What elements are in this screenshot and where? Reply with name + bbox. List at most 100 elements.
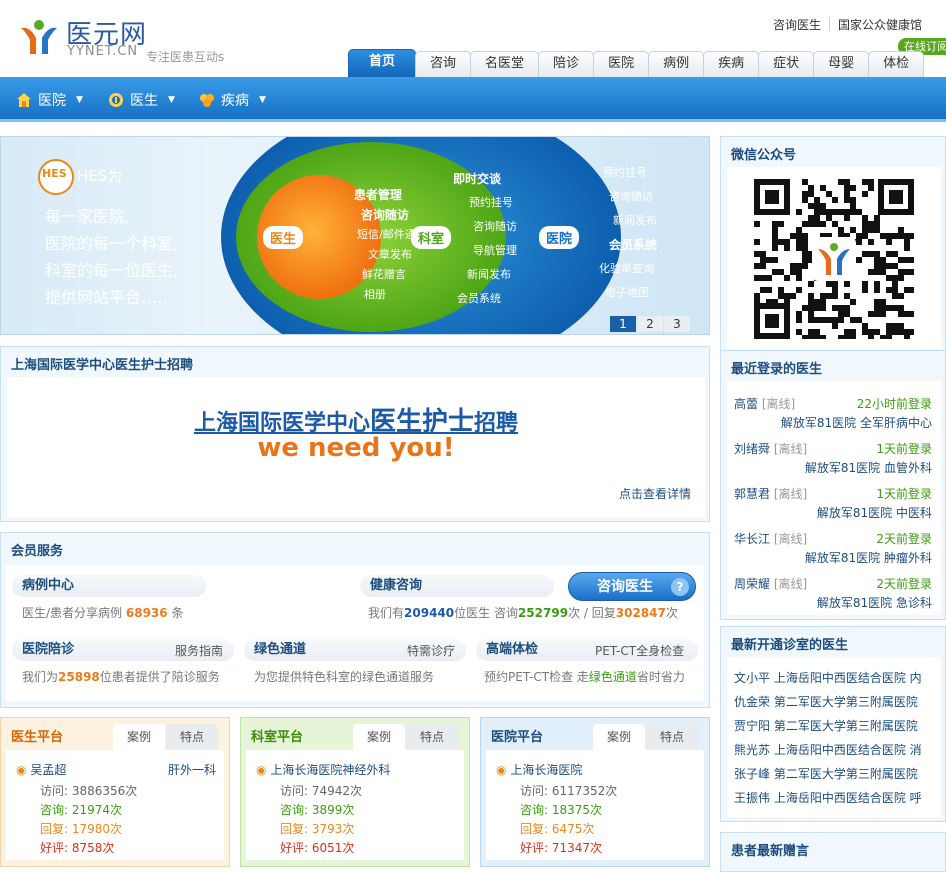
qr-module: [862, 233, 868, 239]
qr-module: [862, 281, 868, 287]
doctor-name[interactable]: 高蕾: [734, 397, 758, 411]
doctor-hospital[interactable]: 上海岳阳中西医结合医院 内: [774, 671, 922, 685]
new-clinic-row[interactable]: 仇金荣 第二军医大学第三附属医院: [734, 693, 918, 710]
tab-disease[interactable]: 疾病: [703, 51, 760, 77]
doctor-hospital[interactable]: 第二军医大学第三附属医院: [774, 767, 918, 781]
qr-container: [727, 167, 941, 349]
qr-module: [802, 221, 808, 227]
tab-consult[interactable]: 咨询: [415, 51, 472, 77]
tab-maternal[interactable]: 母婴: [813, 51, 870, 77]
login-time: 1天前登录: [876, 487, 932, 501]
consult-doctor-link[interactable]: 咨询医生: [765, 16, 829, 33]
doctor-hospital[interactable]: 上海岳阳中西医结合医院 呼: [774, 791, 922, 805]
qr-module: [784, 245, 790, 251]
wechat-title: 微信公众号: [731, 148, 797, 163]
stat-label: 回复:: [40, 822, 72, 836]
qr-module: [790, 233, 796, 239]
doctor-hospital[interactable]: 解放军81医院 中医科: [817, 504, 932, 521]
qr-module: [874, 281, 880, 287]
escort-guide-link[interactable]: 服务指南: [175, 642, 223, 659]
slide-2-button[interactable]: 2: [637, 316, 663, 332]
new-clinic-row[interactable]: 张子峰 第二军医大学第三附属医院: [734, 765, 918, 782]
detail-link[interactable]: 点击查看详情: [619, 485, 691, 502]
slide-1-button[interactable]: 1: [610, 316, 636, 332]
hospital-platform-name[interactable]: ◉ 上海长海医院: [496, 761, 582, 778]
doctor-name[interactable]: 郭慧君: [734, 487, 770, 501]
doctor-hospital[interactable]: 第二军医大学第三附属医院: [774, 695, 918, 709]
qr-module: [772, 257, 778, 263]
tab-famous-doctors[interactable]: 名医堂: [470, 51, 540, 77]
case-center-pill[interactable]: 病例中心: [12, 575, 206, 597]
tab-checkup[interactable]: 体检: [868, 51, 925, 77]
slide-3-button[interactable]: 3: [664, 316, 690, 332]
qr-module: [766, 257, 772, 263]
recent-doctor-row[interactable]: 周荣耀 [离线]: [734, 575, 807, 592]
qr-module: [892, 233, 898, 239]
health-hall-link[interactable]: 国家公众健康馆: [830, 16, 930, 33]
recruit-panel-title[interactable]: 上海国际医学中心医生护士招聘: [1, 347, 709, 380]
recruit-content[interactable]: 上海国际医学中心医生护士招聘 we need you! 点击查看详情: [7, 377, 705, 517]
qr-module: [862, 323, 868, 329]
recent-doctor-row[interactable]: 刘绪舜 [离线]: [734, 440, 807, 457]
tab-symptom[interactable]: 症状: [758, 51, 815, 77]
doctor-hospital[interactable]: 解放军81医院 全军肝病中心: [781, 414, 932, 431]
doctor-name[interactable]: 周荣耀: [734, 577, 770, 591]
doctor-hospital[interactable]: 解放军81医院 肿瘤外科: [805, 549, 932, 566]
new-clinic-row[interactable]: 文小平 上海岳阳中西医结合医院 内: [734, 669, 922, 686]
special-care-link[interactable]: 特需诊疗: [407, 642, 455, 659]
qr-module: [868, 329, 874, 335]
hospital-platform-tab-cases[interactable]: 案例: [593, 724, 645, 750]
tab-escort[interactable]: 陪诊: [538, 51, 595, 77]
qr-module: [832, 305, 838, 311]
qr-module: [796, 233, 802, 239]
tab-home[interactable]: 首页: [348, 49, 417, 77]
banner-dept-items: 即时交谈 预约挂号 咨询随访 导航管理 新闻发布 会员系统: [453, 167, 517, 311]
doctor-name[interactable]: 华长江: [734, 532, 770, 546]
doctor-platform-name[interactable]: ◉ 吴孟超: [16, 761, 66, 778]
dept-platform-tab-cases[interactable]: 案例: [353, 724, 405, 750]
doctor-hospital[interactable]: 第二军医大学第三附属医院: [774, 719, 918, 733]
banner-hosp-label: 医院: [539, 226, 580, 249]
recent-doctor-row[interactable]: 高蕾 [离线]: [734, 395, 795, 412]
pet-ct-link[interactable]: PET-CT全身检查: [595, 642, 684, 659]
doctor-name[interactable]: 仇金荣: [734, 695, 770, 709]
dept-platform-tab-features[interactable]: 特点: [406, 724, 458, 750]
doctor-hospital[interactable]: 解放军81医院 血管外科: [805, 459, 932, 476]
visits-stat: 访问: 74942次: [280, 782, 362, 799]
doctor-name[interactable]: 张子峰: [734, 767, 770, 781]
new-clinic-row[interactable]: 贾宁阳 第二军医大学第三附属医院: [734, 717, 918, 734]
stat-text: 我们为: [22, 670, 59, 684]
tab-hospital[interactable]: 医院: [593, 51, 650, 77]
new-clinic-row[interactable]: 王振伟 上海岳阳中西医结合医院 呼: [734, 789, 922, 806]
doctor-name[interactable]: 熊光苏: [734, 743, 770, 757]
doctor-name[interactable]: 文小平: [734, 671, 770, 685]
doctor-name[interactable]: 王振伟: [734, 791, 770, 805]
doctor-platform-tab-features[interactable]: 特点: [166, 724, 218, 750]
doctor-name[interactable]: 贾宁阳: [734, 719, 770, 733]
dept-platform-name[interactable]: ◉ 上海长海医院神经外科: [256, 761, 390, 778]
recent-doctor-row[interactable]: 华长江 [离线]: [734, 530, 807, 547]
stat-label: 好评:: [40, 841, 72, 855]
doctor-name[interactable]: 刘绪舜: [734, 442, 770, 456]
logo-icon[interactable]: [18, 18, 60, 58]
nav-doctor[interactable]: 医生 ▼: [108, 90, 175, 110]
help-icon: ?: [671, 578, 689, 596]
nav-hospital[interactable]: 医院 ▼: [16, 90, 83, 110]
doctor-hospital[interactable]: 上海岳阳中西医结合医院 消: [774, 743, 922, 757]
doctor-platform-dept[interactable]: 肝外一科: [168, 761, 216, 778]
health-consult-pill[interactable]: 健康咨询: [360, 575, 554, 597]
nav-disease[interactable]: 疾病 ▼: [199, 90, 266, 110]
hero-banner[interactable]: HES HES为 每一家医院, 医院的每一个科室, 科室的每一位医生, 提供网站…: [0, 136, 710, 335]
qr-module: [772, 227, 778, 233]
stat-label: 访问:: [40, 784, 72, 798]
hospital-platform-tab-features[interactable]: 特点: [646, 724, 698, 750]
recent-doctor-row[interactable]: 郭慧君 [离线]: [734, 485, 807, 502]
consult-doctor-button[interactable]: 咨询医生 ?: [568, 572, 696, 601]
status-badge: [离线]: [773, 532, 808, 546]
doctor-hospital[interactable]: 解放军81医院 急诊科: [817, 594, 932, 611]
doctor-platform-tab-cases[interactable]: 案例: [113, 724, 165, 750]
qr-module: [808, 311, 814, 317]
new-clinic-row[interactable]: 熊光苏 上海岳阳中西医结合医院 消: [734, 741, 922, 758]
tab-cases[interactable]: 病例: [648, 51, 705, 77]
qr-module: [790, 269, 796, 275]
